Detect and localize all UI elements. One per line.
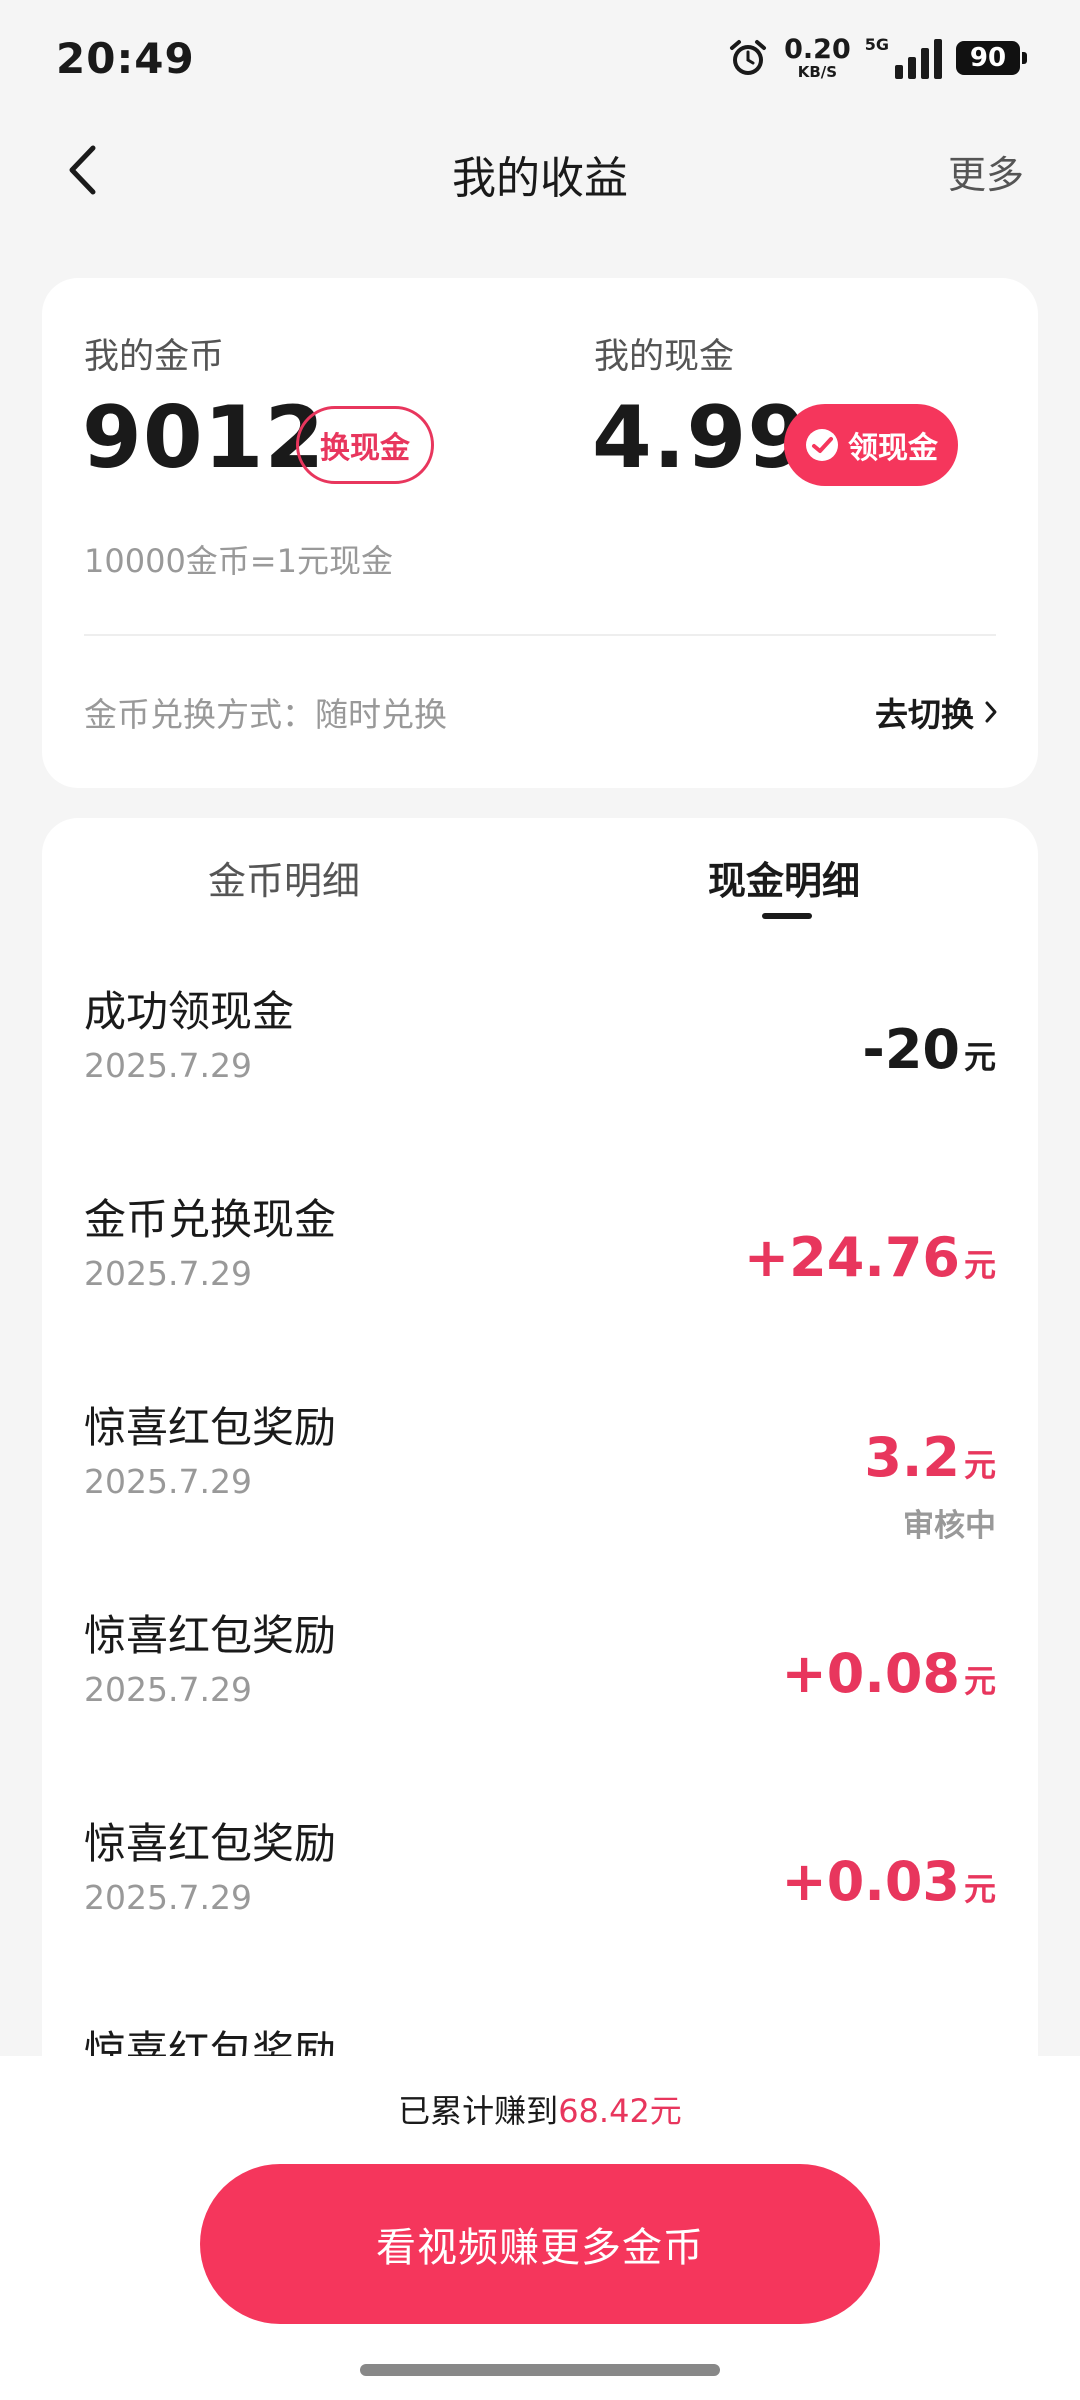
- record-status: 审核中: [903, 1508, 996, 1544]
- signal-bar: [934, 39, 942, 79]
- switch-method-label: 去切换: [875, 695, 974, 734]
- signal-bars: [895, 39, 942, 79]
- wallet-icon: [806, 429, 838, 461]
- exchange-method: 金币兑换方式：随时兑换: [84, 695, 447, 734]
- page-title: 我的收益: [452, 153, 628, 204]
- cash-detail-card: 金币明细 现金明细 成功领现金 2025.7.29 -20 元 金币兑换现金 20…: [42, 818, 1038, 2118]
- status-bar: 20:49 0.20 KB/S 5G 90: [0, 0, 1080, 120]
- record-date: 2025.7.29: [84, 1670, 252, 1709]
- status-icons: 0.20 KB/S 5G 90: [726, 36, 1027, 80]
- home-indicator[interactable]: [360, 2364, 720, 2376]
- amount-value: 3.2: [864, 1426, 960, 1489]
- amount-unit: 元: [963, 1038, 996, 1076]
- net-speed-value: 0.20: [784, 34, 851, 65]
- amount-unit: 元: [963, 1870, 996, 1908]
- cash-label: 我的现金: [594, 337, 735, 377]
- net-speed-unit: KB/S: [797, 63, 838, 81]
- total-earned: 已累计赚到68.42元: [0, 2086, 1080, 2132]
- net-speed: 0.20 KB/S: [784, 36, 851, 80]
- record-title: 惊喜红包奖励: [84, 1403, 337, 1452]
- amount-value: +24.76: [743, 1226, 960, 1289]
- withdraw-cash-label: 领现金: [848, 431, 938, 466]
- record-date: 2025.7.29: [84, 1254, 252, 1293]
- record-date: 2025.7.29: [84, 1462, 252, 1501]
- exchange-cash-button[interactable]: 换现金: [296, 406, 434, 484]
- record-amount: -20 元: [862, 1018, 996, 1081]
- record-amount: +0.08 元: [782, 1642, 997, 1705]
- signal-bar: [908, 57, 916, 79]
- cash-value: 4.99: [592, 388, 809, 488]
- list-item: 惊喜红包奖励 2025.7.29 +0.08 元: [84, 1602, 996, 1782]
- status-time: 20:49: [56, 34, 195, 83]
- amount-value: +0.03: [781, 1850, 960, 1913]
- alarm-icon: [730, 40, 767, 75]
- total-earned-label: 已累计赚到: [398, 2092, 559, 2130]
- battery-icon: 90: [956, 41, 1027, 75]
- coins-label: 我的金币: [84, 337, 225, 377]
- amount-unit: 元: [963, 1662, 996, 1700]
- tab-cash-detail[interactable]: 现金明细: [708, 850, 860, 905]
- chevron-right-icon: [985, 701, 997, 723]
- record-title: 惊喜红包奖励: [84, 1611, 337, 1660]
- signal-bar: [895, 65, 903, 79]
- signal-bar: [921, 48, 929, 79]
- list-item: 惊喜红包奖励 2025.7.29 +0.03 元: [84, 1810, 996, 1990]
- record-amount: +0.03 元: [782, 1850, 997, 1913]
- list-item: 惊喜红包奖励 2025.7.29 3.2 元 审核中: [84, 1394, 996, 1574]
- signal-icon: 5G: [865, 37, 942, 79]
- total-earned-amount: 68.42元: [558, 2092, 682, 2130]
- network-type: 5G: [864, 35, 889, 54]
- amount-value: +0.08: [781, 1642, 960, 1705]
- earnings-summary-card: 我的金币 9012 换现金 我的现金 4.99 领现金 10000金币=1元现金…: [42, 278, 1038, 788]
- withdraw-cash-button[interactable]: 领现金: [784, 404, 958, 486]
- battery-level: 90: [969, 43, 1007, 73]
- screen: 20:49 0.20 KB/S 5G 90 我的收益 更多 我的金币 9012 …: [0, 0, 1080, 2400]
- list-item: 金币兑换现金 2025.7.29 +24.76 元: [84, 1186, 996, 1366]
- switch-method-link[interactable]: 去切换: [875, 688, 998, 736]
- record-title: 惊喜红包奖励: [84, 1819, 337, 1868]
- divider: [84, 634, 996, 636]
- record-date: 2025.7.29: [84, 1878, 252, 1917]
- bottom-bar: 已累计赚到68.42元 看视频赚更多金币: [0, 2056, 1080, 2400]
- exchange-rate: 10000金币=1元现金: [84, 542, 393, 580]
- nav-header: 我的收益 更多: [0, 120, 1080, 220]
- amount-value: -20: [862, 1018, 960, 1081]
- coins-value: 9012: [82, 388, 326, 488]
- record-title: 成功领现金: [84, 987, 295, 1036]
- active-tab-indicator: [762, 913, 812, 919]
- record-amount: 3.2 元: [864, 1426, 996, 1489]
- amount-unit: 元: [963, 1446, 996, 1484]
- record-amount: +24.76 元: [744, 1226, 996, 1289]
- amount-unit: 元: [963, 1246, 996, 1284]
- record-date: 2025.7.29: [84, 1046, 252, 1085]
- record-title: 金币兑换现金: [84, 1195, 337, 1244]
- tab-coin-detail[interactable]: 金币明细: [208, 850, 360, 905]
- list-item: 成功领现金 2025.7.29 -20 元: [84, 978, 996, 1158]
- watch-video-earn-button[interactable]: 看视频赚更多金币: [200, 2164, 880, 2324]
- more-button[interactable]: 更多: [948, 144, 1024, 199]
